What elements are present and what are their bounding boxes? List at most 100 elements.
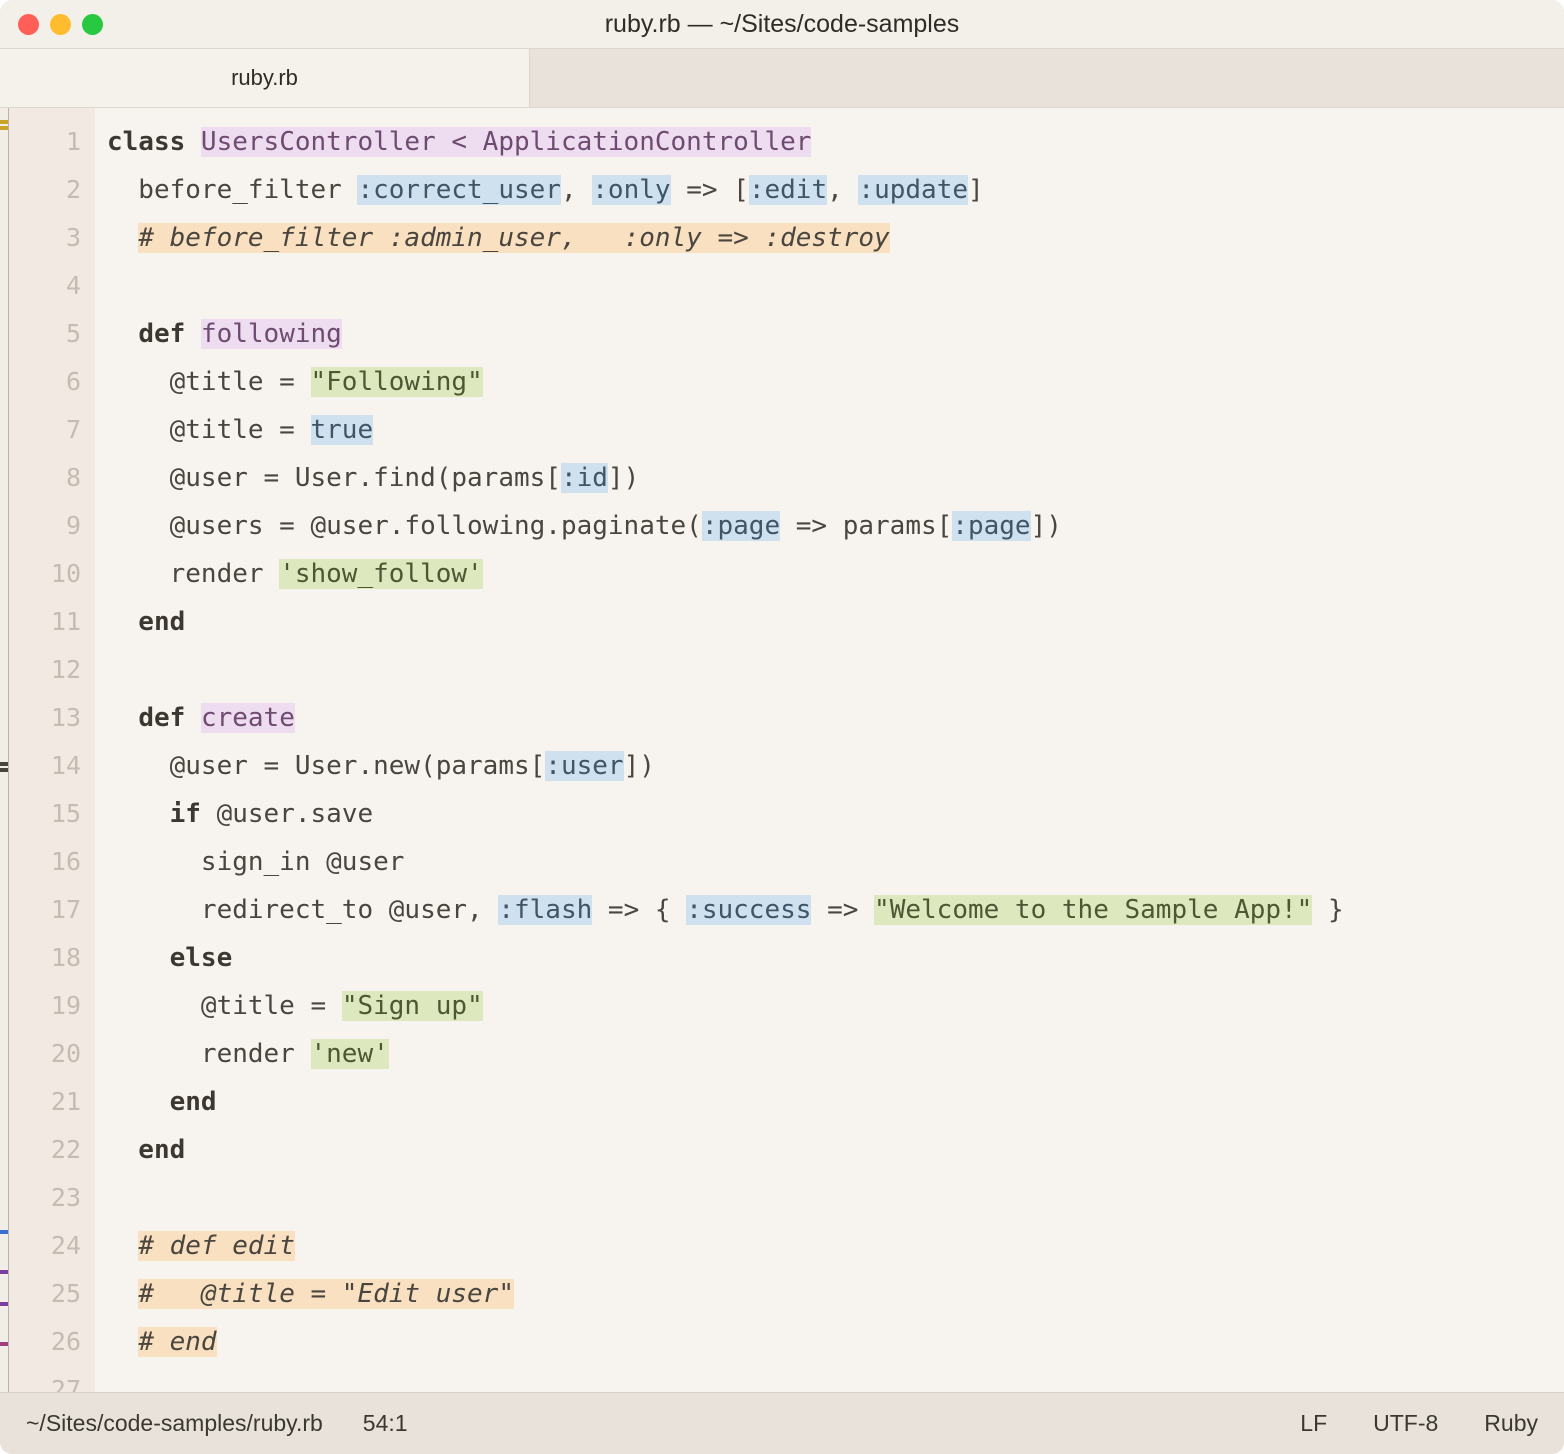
code-token: @title = (107, 367, 311, 397)
code-line[interactable]: end (107, 1126, 1564, 1174)
marker-indicator (0, 768, 8, 772)
line-number: 21 (50, 1087, 81, 1116)
code-token: "Sign up" (341, 991, 483, 1021)
code-token: 'show_follow' (279, 559, 483, 589)
maximize-window-button[interactable] (82, 13, 103, 35)
close-window-button[interactable] (18, 13, 39, 35)
code-token: # before_filter :admin_user, :only => :d… (138, 223, 890, 253)
minimize-window-button[interactable] (50, 13, 71, 35)
tab-bar-empty-area (530, 49, 1564, 107)
code-line[interactable] (107, 646, 1564, 694)
code-token: @title = (107, 991, 342, 1021)
marker-indicator (0, 1302, 8, 1306)
status-language[interactable]: Ruby (1484, 1410, 1538, 1437)
code-token: before_filter (107, 175, 358, 205)
line-number: 25 (50, 1279, 81, 1308)
editor-window: ruby.rb — ~/Sites/code-samples ruby.rb 1… (0, 0, 1564, 1454)
marker-indicator (0, 1270, 8, 1274)
traffic-light-controls (0, 13, 103, 35)
line-number: 12 (50, 655, 81, 684)
window-title: ruby.rb — ~/Sites/code-samples (604, 10, 960, 38)
status-encoding[interactable]: UTF-8 (1373, 1410, 1438, 1437)
code-token: ]) (1030, 511, 1062, 541)
code-line[interactable]: def following (107, 310, 1564, 358)
code-line[interactable] (107, 1174, 1564, 1222)
code-token: ]) (607, 463, 640, 493)
line-number: 3 (65, 223, 81, 252)
code-line[interactable]: redirect_to @user, :flash => { :success … (107, 886, 1564, 934)
line-number: 23 (50, 1183, 81, 1212)
line-number: 26 (50, 1327, 81, 1356)
code-line[interactable]: def create (107, 694, 1564, 742)
status-line-ending[interactable]: LF (1300, 1410, 1327, 1437)
code-token: # @title = "Edit user" (138, 1279, 514, 1309)
line-number: 16 (50, 847, 81, 876)
marker-indicator (0, 1342, 8, 1346)
tab-label: ruby.rb (231, 65, 298, 90)
code-content[interactable]: class UsersController < ApplicationContr… (95, 108, 1564, 1392)
code-line[interactable]: @title = true (107, 406, 1564, 454)
code-token: "Welcome to the Sample App!" (874, 895, 1313, 925)
code-token: , (560, 175, 593, 205)
code-line[interactable]: end (107, 1078, 1564, 1126)
code-line[interactable] (107, 1366, 1564, 1392)
code-token: 'new' (310, 1039, 389, 1069)
code-token: :edit (748, 175, 828, 205)
code-line[interactable]: if @user.save (107, 790, 1564, 838)
tab-ruby-rb[interactable]: ruby.rb (0, 49, 530, 107)
code-token: def (138, 703, 201, 733)
code-editor[interactable]: 1 2 3 4 5 6 7 8 9 10 11 12 13 14 15 16 17 18 19 20 21 22 23 24 2… (0, 108, 1564, 1392)
line-number: 6 (65, 367, 81, 396)
code-line[interactable]: before_filter :correct_user, :only => [:… (107, 166, 1564, 214)
code-line[interactable]: else (107, 934, 1564, 982)
code-token: class (107, 127, 201, 157)
status-bar-right: LF UTF-8 Ruby (1300, 1410, 1538, 1437)
code-line[interactable]: @user = User.new(params[:user]) (107, 742, 1564, 790)
code-token: :page (952, 511, 1031, 541)
code-line[interactable]: class UsersController < ApplicationContr… (107, 118, 1564, 166)
code-token: => params[ (780, 511, 953, 541)
code-line[interactable]: # @title = "Edit user" (107, 1270, 1564, 1318)
code-line[interactable]: # def edit (107, 1222, 1564, 1270)
line-number: 1 (65, 127, 81, 156)
code-token: UsersController < ApplicationController (200, 127, 812, 157)
line-number: 19 (50, 991, 81, 1020)
code-token: , (827, 175, 859, 205)
code-line[interactable]: render 'new' (107, 1030, 1564, 1078)
code-line[interactable]: # end (107, 1318, 1564, 1366)
status-cursor-position[interactable]: 54:1 (363, 1410, 408, 1437)
code-line[interactable]: # before_filter :admin_user, :only => :d… (107, 214, 1564, 262)
code-token: end (107, 607, 186, 637)
marker-indicator (0, 1230, 8, 1234)
code-line[interactable]: @users = @user.following.paginate(:page … (107, 502, 1564, 550)
marker-strip[interactable] (0, 108, 9, 1392)
code-line[interactable]: @title = "Sign up" (107, 982, 1564, 1030)
status-bar: ~/Sites/code-samples/ruby.rb 54:1 LF UTF… (0, 1392, 1564, 1454)
code-token: def (138, 319, 201, 349)
marker-indicator (0, 762, 8, 766)
line-number: 22 (50, 1135, 81, 1164)
code-token: :id (560, 463, 608, 493)
code-line[interactable]: end (107, 598, 1564, 646)
code-line[interactable]: render 'show_follow' (107, 550, 1564, 598)
code-token: :page (701, 511, 781, 541)
code-line[interactable]: @user = User.find(params[:id]) (107, 454, 1564, 502)
line-number-gutter: 1 2 3 4 5 6 7 8 9 10 11 12 13 14 15 16 17 18 19 20 21 22 23 24 2… (9, 108, 95, 1392)
code-token: render (107, 1039, 311, 1069)
line-number: 15 (50, 799, 81, 828)
code-token: ]) (623, 751, 655, 781)
marker-indicator (0, 126, 8, 130)
line-number: 5 (65, 319, 81, 348)
code-line[interactable]: sign_in @user (107, 838, 1564, 886)
code-token: :success (686, 895, 812, 925)
marker-indicator (0, 120, 8, 124)
code-line[interactable]: @title = "Following" (107, 358, 1564, 406)
code-line[interactable] (107, 262, 1564, 310)
status-file-path: ~/Sites/code-samples/ruby.rb (26, 1410, 323, 1436)
code-token: else (107, 943, 233, 973)
